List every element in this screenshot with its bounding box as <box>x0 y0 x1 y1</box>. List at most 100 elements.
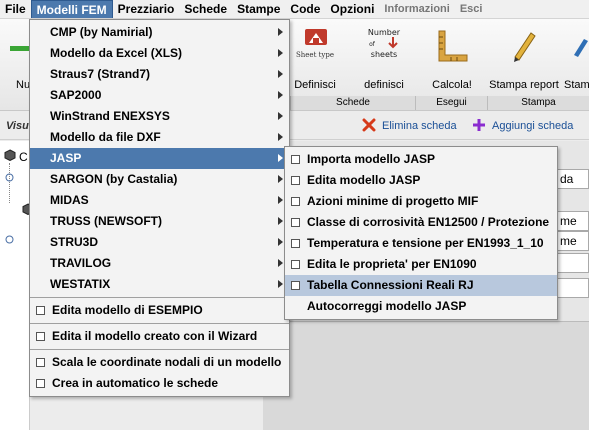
definisci-label: Definisci <box>294 79 336 91</box>
menu-item-westatix[interactable]: WESTATIX <box>30 274 289 295</box>
property-field-1[interactable]: da <box>555 169 589 189</box>
checkbox-icon <box>291 260 300 269</box>
tree-root-label: C <box>19 149 28 164</box>
submenu-arrow-icon <box>278 196 283 204</box>
tree-expand-icon[interactable] <box>5 171 14 185</box>
red-x-icon <box>362 118 376 135</box>
stampa-label: Stam <box>564 79 589 91</box>
menu-informazioni[interactable]: Informazioni <box>379 0 454 18</box>
menu-prezziario[interactable]: Prezziario <box>113 0 180 18</box>
delete-sheet-button[interactable]: Elimina scheda <box>362 117 457 135</box>
menu-esci[interactable]: Esci <box>455 0 488 18</box>
calcola-label: Calcola! <box>432 79 472 91</box>
submenu-arrow-icon <box>278 49 283 57</box>
jasp-azioni-mif[interactable]: Azioni minime di progetto MIF <box>285 191 557 212</box>
submenu-arrow-icon <box>278 70 283 78</box>
menu-item-scala-coordinate[interactable]: Scala le coordinate nodali di un modello <box>30 352 289 373</box>
group-schede: Schede <box>290 96 415 110</box>
sheet-type-icon: Sheet type <box>295 27 335 64</box>
property-field-2[interactable]: me <box>555 211 589 231</box>
menu-item-crea-schede[interactable]: Crea in automatico le schede <box>30 373 289 394</box>
menu-code[interactable]: Code <box>285 0 325 18</box>
cube-icon <box>4 149 16 164</box>
property-field-4[interactable] <box>555 253 589 273</box>
add-sheet-button[interactable]: Aggiungi scheda <box>472 117 573 135</box>
submenu-arrow-icon <box>278 154 283 162</box>
submenu-arrow-icon <box>278 28 283 36</box>
tree-root-node[interactable]: C <box>4 149 28 164</box>
svg-text:of: of <box>369 41 376 48</box>
menu-item-travilog[interactable]: TRAVILOG <box>30 253 289 274</box>
submenu-arrow-icon <box>278 112 283 120</box>
menu-stampe[interactable]: Stampe <box>232 0 285 18</box>
menu-opzioni[interactable]: Opzioni <box>325 0 379 18</box>
checkbox-icon <box>291 155 300 164</box>
menu-item-midas[interactable]: MIDAS <box>30 190 289 211</box>
submenu-arrow-icon <box>278 133 283 141</box>
property-field-5[interactable] <box>555 278 589 298</box>
menu-file[interactable]: File <box>0 0 31 18</box>
calcola-button[interactable]: Calcola! <box>420 19 484 95</box>
checkbox-icon <box>36 332 45 341</box>
add-sheet-label: Aggiungi scheda <box>492 120 574 132</box>
jasp-temperatura-tensione[interactable]: Temperatura e tensione per EN1993_1_10 <box>285 233 557 254</box>
menu-modelli-fem[interactable]: Modelli FEM <box>30 0 113 18</box>
modelli-fem-menu: CMP (by Namirial) Modello da Excel (XLS)… <box>29 19 290 397</box>
checkbox-icon <box>291 218 300 227</box>
menu-schede[interactable]: Schede <box>179 0 232 18</box>
tree-expand-icon-2[interactable] <box>5 233 14 247</box>
menu-item-stru3d[interactable]: STRU3D <box>30 232 289 253</box>
group-stampa: Stampa <box>487 96 589 110</box>
pencil-icon <box>507 27 541 66</box>
menu-item-dxf[interactable]: Modello da file DXF <box>30 127 289 148</box>
stampa-button[interactable]: Stam <box>562 19 589 95</box>
stampa-report-label: Stampa report <box>489 79 559 91</box>
ruler-square-icon <box>435 29 469 66</box>
menu-item-winstrand[interactable]: WinStrand ENEXSYS <box>30 106 289 127</box>
purple-plus-icon <box>472 118 486 135</box>
menu-item-truss[interactable]: TRUSS (NEWSOFT) <box>30 211 289 232</box>
menu-separator <box>30 297 289 298</box>
submenu-arrow-icon <box>278 238 283 246</box>
property-field-3[interactable]: me <box>555 231 589 251</box>
checkbox-icon <box>36 306 45 315</box>
svg-text:sheets: sheets <box>371 50 397 59</box>
submenu-arrow-icon <box>278 217 283 225</box>
checkbox-icon <box>36 379 45 388</box>
stampa-report-button[interactable]: Stampa report <box>488 19 560 95</box>
jasp-classe-corrosivita[interactable]: Classe di corrosività EN12500 / Protezio… <box>285 212 557 233</box>
jasp-proprieta-en1090[interactable]: Edita le proprieta' per EN1090 <box>285 254 557 275</box>
print-icon <box>570 35 589 62</box>
view-label: Visu <box>6 120 29 132</box>
number-of-sheets-icon: Number of sheets <box>359 27 409 64</box>
definisci-number-button[interactable]: Number of sheets definisci <box>355 19 413 95</box>
checkbox-icon <box>291 281 300 290</box>
submenu-arrow-icon <box>278 259 283 267</box>
jasp-importa[interactable]: Importa modello JASP <box>285 149 557 170</box>
menu-bar: File Modelli FEM Prezziario Schede Stamp… <box>0 0 589 19</box>
menu-item-edita-esempio[interactable]: Edita modello di ESEMPIO <box>30 300 289 321</box>
panel-lower-area <box>263 321 589 430</box>
jasp-tabella-connessioni[interactable]: Tabella Connessioni Reali RJ <box>285 275 557 296</box>
menu-item-straus7[interactable]: Straus7 (Strand7) <box>30 64 289 85</box>
menu-item-jasp[interactable]: JASP <box>30 148 289 169</box>
jasp-edita[interactable]: Edita modello JASP <box>285 170 557 191</box>
delete-sheet-label: Elimina scheda <box>382 120 457 132</box>
jasp-autocorreggi[interactable]: Autocorreggi modello JASP <box>285 296 557 317</box>
checkbox-icon <box>291 239 300 248</box>
definisci-sheet-type-button[interactable]: Sheet type Definisci <box>290 19 340 95</box>
menu-item-cmp[interactable]: CMP (by Namirial) <box>30 22 289 43</box>
menu-item-sap2000[interactable]: SAP2000 <box>30 85 289 106</box>
checkbox-icon <box>291 176 300 185</box>
definisci-number-label: definisci <box>364 79 404 91</box>
green-dash-icon <box>10 41 30 55</box>
menu-item-sargon[interactable]: SARGON (by Castalia) <box>30 169 289 190</box>
submenu-arrow-icon <box>278 280 283 288</box>
checkbox-icon <box>291 197 300 206</box>
model-tree: C <box>0 141 34 430</box>
menu-item-excel[interactable]: Modello da Excel (XLS) <box>30 43 289 64</box>
group-esegui: Esegui <box>415 96 487 110</box>
checkbox-icon <box>36 358 45 367</box>
menu-item-edita-wizard[interactable]: Edita il modello creato con il Wizard <box>30 326 289 347</box>
menu-separator <box>30 323 289 324</box>
